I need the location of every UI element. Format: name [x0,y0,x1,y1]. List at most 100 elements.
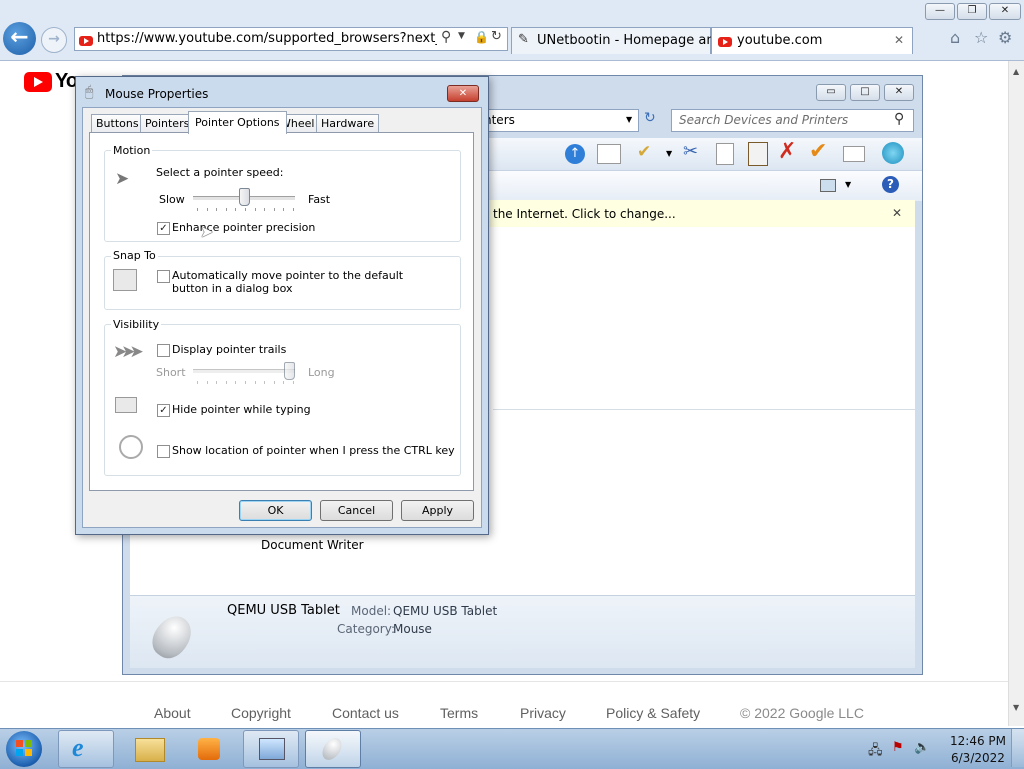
footer-link-copyright[interactable]: Copyright [231,705,291,721]
snap-to-checkbox[interactable] [157,270,170,283]
enhance-precision-label[interactable]: Enhance pointer precision [172,221,315,234]
tab-buttons[interactable]: Buttons [91,114,144,133]
ok-button[interactable]: OK [239,500,312,521]
volume-icon[interactable]: 🔈 [914,740,930,755]
taskbar-media-player[interactable] [181,730,237,768]
taskbar-mouse-properties[interactable] [305,730,361,768]
chevron-down-icon[interactable]: ▼ [626,115,632,124]
address-bar[interactable]: https://www.youtube.com/supported_browse… [74,27,508,51]
start-button[interactable] [6,731,42,767]
show-desktop-button[interactable] [1011,729,1024,767]
hide-pointer-label[interactable]: Hide pointer while typing [172,403,311,416]
close-button[interactable]: ✕ [447,85,479,102]
footer-link-contact[interactable]: Contact us [332,705,399,721]
tab-youtube[interactable]: youtube.com ✕ [711,27,913,54]
ctrl-location-checkbox[interactable] [157,445,170,458]
close-icon[interactable]: ✕ [892,206,902,220]
address-text[interactable]: https://www.youtube.com/supported_browse… [97,31,437,46]
footer-copyright: © 2022 Google LLC [740,705,864,721]
visibility-title: Visibility [111,318,162,331]
trails-slider-ticks [197,381,294,385]
youtube-logo-icon[interactable] [24,72,52,92]
delete-icon[interactable]: ✗ [778,139,796,164]
hide-pointer-checkbox[interactable]: ✓ [157,404,170,417]
chevron-down-icon[interactable]: ▼ [458,31,465,41]
pointer-trails-checkbox[interactable] [157,344,170,357]
taskbar-internet-explorer[interactable]: e [58,730,114,768]
upload-icon[interactable]: ↑ [565,144,585,164]
tab-hardware[interactable]: Hardware [316,114,380,133]
close-button[interactable]: ✕ [989,3,1021,20]
mouse-icon [318,734,346,764]
home-icon[interactable]: ⌂ [950,28,960,47]
globe-icon[interactable] [882,142,904,164]
cancel-button[interactable]: Cancel [320,500,393,521]
action-center-icon[interactable]: ⚑ [892,740,904,755]
footer-link-policy[interactable]: Policy & Safety [606,705,700,721]
scroll-down-icon[interactable]: ▼ [1013,703,1019,712]
minimize-button[interactable]: — [925,3,955,20]
browser-chrome: — ❐ ✕ ← → https://www.youtube.com/suppor… [0,0,1024,61]
refresh-icon[interactable]: ↻ [491,29,502,44]
tab-pointers[interactable]: Pointers [140,114,195,133]
fast-label: Fast [308,193,331,206]
pointer-trails-icon: ➤➤➤ [113,342,144,362]
tab-unetbootin[interactable]: ✎ UNetbootin - Homepage and ... [511,27,739,54]
device-label[interactable]: Document Writer [261,538,364,552]
checkmark-icon[interactable]: ✔ [809,139,827,164]
folder-check-icon[interactable]: ✔ [637,142,651,162]
info-bar-text[interactable]: the Internet. Click to change... [493,207,676,221]
scissors-icon[interactable]: ✂ [683,141,698,162]
refresh-icon[interactable]: ↻ [644,110,656,126]
copy-icon[interactable] [716,143,734,165]
search-icon[interactable]: ⚲ [441,29,451,45]
taskbar-explorer[interactable] [120,730,176,768]
network-icon[interactable]: 🖧 [868,741,883,763]
maximize-button[interactable]: □ [850,84,880,101]
search-icon[interactable]: ⚲ [894,111,904,127]
forward-button[interactable]: → [41,27,67,53]
tools-gear-icon[interactable]: ⚙ [998,28,1012,47]
enhance-precision-checkbox[interactable]: ✓ [157,222,170,235]
category-value: Mouse [393,622,432,636]
vertical-scrollbar[interactable]: ▲ ▼ [1008,61,1024,726]
details-pane: QEMU USB Tablet Model: QEMU USB Tablet C… [130,595,915,668]
favorites-icon[interactable]: ☆ [974,28,988,47]
apply-button[interactable]: Apply [401,500,474,521]
snap-to-label[interactable]: Automatically move pointer to the defaul… [172,269,432,295]
restore-button[interactable]: ❐ [957,3,987,20]
chevron-down-icon[interactable]: ▼ [845,180,851,189]
chevron-down-icon[interactable]: ▼ [666,149,672,158]
paste-icon[interactable] [748,142,768,166]
address-bar[interactable]: nters ▼ [483,109,639,132]
pointer-location-icon [119,435,143,459]
footer-link-privacy[interactable]: Privacy [520,705,566,721]
youtube-favicon-icon [718,34,732,49]
lock-icon[interactable]: 🔒 [474,30,489,44]
footer-link-terms[interactable]: Terms [440,705,478,721]
envelope-icon[interactable] [843,146,865,162]
speed-slider-ticks [197,208,294,212]
ctrl-location-label[interactable]: Show location of pointer when I press th… [172,444,455,457]
slow-label: Slow [159,193,185,206]
clock-date[interactable]: 6/3/2022 [951,751,1005,765]
taskbar-devices-and-printers[interactable] [243,730,299,768]
search-devices-input[interactable]: Search Devices and Printers ⚲ [671,109,914,132]
minimize-button[interactable]: ▭ [816,84,846,101]
speed-slider-thumb[interactable] [238,188,250,206]
close-button[interactable]: ✕ [884,84,914,101]
youtube-favicon-icon [79,33,93,47]
scroll-up-icon[interactable]: ▲ [1013,67,1019,76]
pointer-trails-label[interactable]: Display pointer trails [172,343,286,356]
footer-divider [0,681,1008,682]
back-button[interactable]: ← [3,22,36,55]
tab-pointer-options[interactable]: Pointer Options [188,111,287,134]
clock-time[interactable]: 12:46 PM [950,734,1006,748]
footer-link-about[interactable]: About [154,705,191,721]
help-icon[interactable]: ? [882,176,899,193]
panel-icon[interactable] [597,144,621,164]
view-icon[interactable] [820,179,836,192]
pointer-speed-icon: ➤ [115,169,130,189]
long-label: Long [308,366,335,379]
close-tab-icon[interactable]: ✕ [894,33,904,47]
